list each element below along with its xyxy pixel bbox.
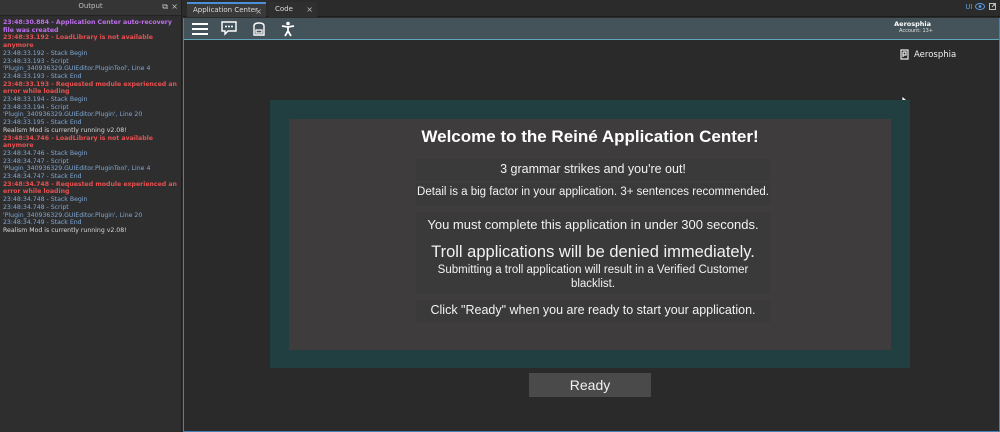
- dialog-title: Welcome to the Reiné Application Center!: [421, 127, 759, 146]
- rule-time-limit: You must complete this application in un…: [416, 212, 770, 238]
- rule-troll-detail: Submitting a troll application will resu…: [437, 264, 749, 290]
- backpack-icon[interactable]: [252, 21, 266, 37]
- log-line: 23:48:33.193 - Requested module experien…: [3, 80, 177, 96]
- output-log[interactable]: 23:48:30.884 - Application Center auto-r…: [0, 16, 181, 235]
- close-icon[interactable]: ×: [255, 7, 262, 16]
- game-viewport[interactable]: Aerosphia Account: 13+ Aerosphia Welcome…: [183, 18, 1000, 432]
- rule-detail: Detail is a big factor in your applicati…: [416, 183, 770, 205]
- ui-toggle-label: UI: [965, 3, 973, 11]
- popout-icon: [989, 3, 996, 10]
- log-line: 23:48:34.749 - Stack End: [3, 219, 82, 227]
- tab-application-center[interactable]: Application Center ×: [187, 2, 266, 17]
- log-line: 23:48:34.746 - LoadLibrary is not availa…: [3, 134, 153, 150]
- rule-ready-instructions: Click "Ready" when you are ready to star…: [416, 300, 770, 322]
- output-header: Output ⧉ ×: [0, 0, 181, 16]
- ui-toggle[interactable]: UI: [965, 3, 996, 11]
- log-line: 23:48:33.193 - Stack End: [3, 72, 82, 80]
- rule-strikes: 3 grammar strikes and you're out!: [416, 159, 770, 181]
- menu-icon[interactable]: [191, 21, 209, 36]
- chat-icon[interactable]: [221, 21, 237, 36]
- output-title: Output: [78, 2, 103, 10]
- eye-icon: [974, 3, 985, 10]
- tab-bar: Application Center × Code × UI: [183, 0, 1000, 17]
- rule-troll: Troll applications will be denied immedi…: [416, 238, 770, 294]
- log-line: 23:48:34.748 - Stack Begin: [3, 196, 88, 204]
- account-name: Aerosphia: [894, 20, 931, 28]
- dock-icon[interactable]: ⧉: [162, 3, 168, 11]
- log-line: 23:48:33.194 - Stack Begin: [3, 96, 88, 104]
- log-line: 23:48:33.193 - Script 'Plugin_340936329.…: [3, 57, 151, 73]
- log-line: 23:48:30.884 - Application Center auto-r…: [3, 19, 172, 34]
- tab-label: Application Center: [193, 6, 258, 14]
- log-line: 23:48:34.748 - Script 'Plugin_340936329.…: [3, 203, 143, 219]
- rule-troll-heading: Troll applications will be denied immedi…: [431, 243, 755, 261]
- application-dialog: Welcome to the Reiné Application Center!…: [270, 100, 910, 368]
- log-line: 23:48:33.192 - LoadLibrary is not availa…: [3, 34, 153, 50]
- emote-icon[interactable]: [280, 21, 296, 37]
- log-line: 23:48:34.746 - Stack Begin: [3, 149, 88, 157]
- log-line: 23:48:34.747 - Script 'Plugin_340936329.…: [3, 157, 151, 173]
- ready-button[interactable]: Ready: [529, 373, 651, 397]
- tab-label: Code: [275, 5, 293, 13]
- account-age: Account: 13+: [898, 28, 933, 34]
- log-line: Realism Mod is currently running v2.08!: [3, 226, 127, 234]
- log-line: 23:48:33.194 - Script 'Plugin_340936329.…: [3, 103, 143, 119]
- log-line: 23:48:33.195 - Stack End: [3, 119, 82, 127]
- log-line: 23:48:33.192 - Stack Begin: [3, 49, 88, 57]
- game-topbar: Aerosphia Account: 13+: [184, 18, 999, 40]
- tab-code[interactable]: Code ×: [269, 2, 317, 17]
- dialog-body: Welcome to the Reiné Application Center!…: [289, 119, 891, 350]
- close-icon[interactable]: ×: [171, 3, 178, 11]
- output-panel: Output ⧉ × 23:48:30.884 - Application Ce…: [0, 0, 182, 432]
- log-line: 23:48:34.747 - Stack End: [3, 173, 82, 181]
- log-line: 23:48:34.748 - Requested module experien…: [3, 180, 177, 196]
- player-icon: [900, 49, 909, 60]
- player-name: Aerosphia: [914, 49, 957, 60]
- close-icon[interactable]: ×: [306, 5, 313, 14]
- log-line: Realism Mod is currently running v2.08!: [3, 126, 127, 134]
- player-list-entry[interactable]: Aerosphia: [900, 49, 956, 60]
